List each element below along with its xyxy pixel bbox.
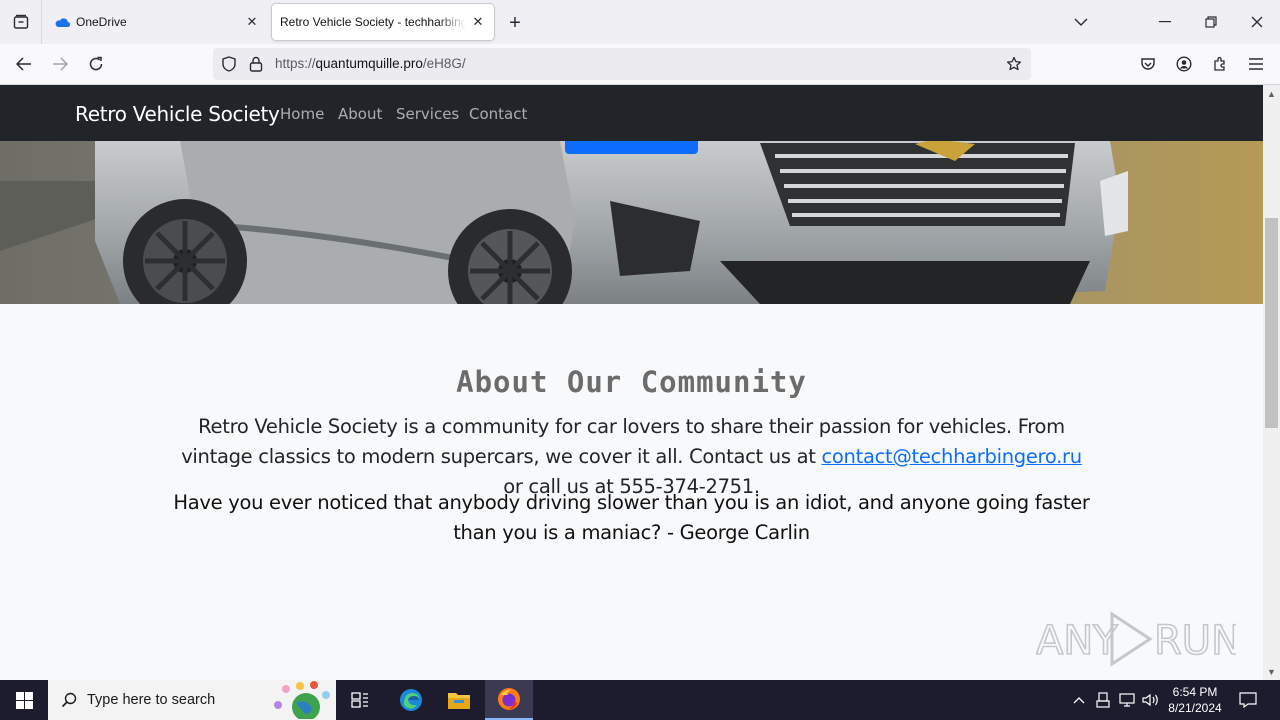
clock-date: 8/21/2024 [1168,701,1222,715]
tab-onedrive[interactable]: OneDrive ✕ [44,4,268,40]
minimize-button[interactable] [1142,0,1188,44]
minimize-icon [1159,21,1171,23]
search-highlight-image [274,681,330,719]
pocket-icon [1141,58,1155,70]
site-navbar: Retro Vehicle Society Home About Service… [0,85,1263,141]
george-carlin-quote: Have you ever noticed that anybody drivi… [173,491,1090,544]
tab-title: Retro Vehicle Society - techharbingero [280,15,466,29]
new-tab-button[interactable]: + [502,10,528,36]
list-all-tabs-button[interactable] [1058,0,1104,44]
reload-icon [89,56,103,71]
about-heading: About Our Community [456,365,807,399]
windows-logo-icon [15,691,33,709]
start-button[interactable] [0,680,48,720]
url-text[interactable]: https://quantumquille.pro/eH8G/ [275,56,466,71]
taskbar-search-box[interactable]: Type here to search [48,680,336,720]
file-explorer-taskbar-button[interactable] [435,680,483,720]
firefox-view-button[interactable] [0,0,42,44]
usb-device-icon[interactable] [1094,691,1112,709]
close-icon [1251,16,1263,28]
nav-link-services[interactable]: Services [396,105,459,123]
hamburger-menu-icon [1249,58,1263,70]
hero-cta-button[interactable] [565,141,698,154]
hero-car-image [0,141,1263,304]
close-tab-icon[interactable]: ✕ [466,10,490,34]
chevron-down-icon [1074,18,1088,26]
task-view-button[interactable] [336,680,384,720]
scrollbar-thumb[interactable] [1265,218,1278,428]
search-icon [61,692,77,708]
tab-title: OneDrive [76,15,127,29]
notification-center-icon[interactable] [1238,691,1258,709]
firefox-icon [498,688,520,710]
folder-icon [448,693,470,709]
pocket-button[interactable] [1134,50,1162,78]
extensions-button[interactable] [1206,50,1234,78]
restore-button[interactable] [1188,0,1234,44]
contact-email-link[interactable]: contact@techharbingero.ru [821,445,1082,468]
tab-retro-vehicle-society[interactable]: Retro Vehicle Society - techharbingero ✕ [272,4,494,40]
scroll-up-arrow-icon[interactable]: ▲ [1263,85,1280,102]
app-menu-button[interactable] [1242,50,1270,78]
nav-link-about[interactable]: About [338,105,382,123]
lock-icon[interactable] [247,55,265,73]
arrow-left-icon [16,57,31,71]
firefox-taskbar-button[interactable] [485,680,533,720]
task-view-icon [351,692,368,708]
svg-text:ANY: ANY [1036,618,1118,664]
taskbar-clock[interactable]: 6:54 PM 8/21/2024 [1162,684,1228,716]
scroll-down-arrow-icon[interactable]: ▼ [1263,663,1280,680]
chevron-up-icon[interactable] [1070,691,1088,709]
site-brand[interactable]: Retro Vehicle Society [75,102,280,126]
forward-button[interactable] [46,50,74,78]
edge-taskbar-button[interactable] [387,680,435,720]
browser-toolbar: https://quantumquille.pro/eH8G/ [0,44,1280,85]
nav-link-home[interactable]: Home [280,105,324,123]
account-icon [1176,56,1192,72]
close-window-button[interactable] [1234,0,1280,44]
anyrun-watermark-logo: ANY RUN [1035,608,1242,668]
arrow-right-icon [53,57,68,71]
puzzle-icon [1214,56,1225,71]
firefox-view-icon [13,14,28,29]
restore-icon [1205,16,1217,28]
edge-icon [400,689,422,711]
search-placeholder: Type here to search [87,692,216,708]
page-scrollbar[interactable]: ▲ ▼ [1263,85,1280,680]
onedrive-icon [54,14,70,30]
address-bar[interactable]: https://quantumquille.pro/eH8G/ [213,48,1031,80]
reload-button[interactable] [82,50,110,78]
bookmark-star-icon[interactable] [1005,55,1023,73]
account-button[interactable] [1170,50,1198,78]
clock-time: 6:54 PM [1172,685,1218,699]
page-viewport: Retro Vehicle Society Home About Service… [0,85,1263,680]
browser-tab-strip: OneDrive ✕ Retro Vehicle Society - techh… [0,0,1280,44]
volume-icon[interactable] [1142,691,1160,709]
network-icon[interactable] [1118,691,1136,709]
close-tab-icon[interactable]: ✕ [240,10,264,34]
nav-link-contact[interactable]: Contact [469,105,527,123]
tracking-protection-shield-icon[interactable] [220,55,238,73]
windows-taskbar: Type here to search 6:54 PM 8/21/2024 [0,680,1280,720]
silver-suv-image [0,141,1263,304]
svg-text:RUN: RUN [1154,618,1236,664]
back-button[interactable] [10,50,38,78]
